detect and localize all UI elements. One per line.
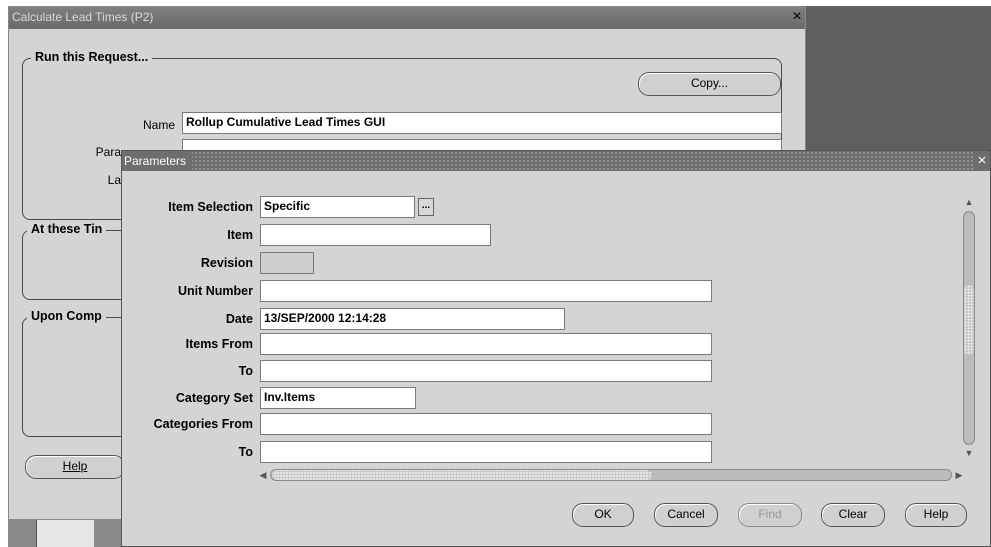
clear-button-label: Clear [838,507,868,521]
list-of-values-button[interactable]: ... [418,198,434,216]
vertical-scroll-thumb[interactable] [964,285,974,355]
revision-field[interactable] [260,252,314,274]
status-cell [36,520,94,547]
date-field[interactable]: 13/SEP/2000 12:14:28 [260,308,565,330]
item-label: Item [227,228,253,242]
item-selection-field[interactable]: Specific [260,196,415,218]
category-set-field[interactable]: Inv.Items [260,387,416,409]
categories-from-field[interactable] [260,413,712,435]
horizontal-scroll-thumb[interactable] [272,470,652,480]
clear-button[interactable]: Clear [821,503,885,527]
items-from-field[interactable] [260,333,712,355]
scroll-down-icon[interactable]: ▼ [962,446,976,460]
status-strip [8,520,123,547]
item-selection-label: Item Selection [168,200,253,214]
close-icon[interactable]: × [974,151,990,171]
items-from-label: Items From [185,337,253,351]
parameters-window: Parameters × Item Selection Specific ...… [121,150,991,547]
categories-to-field[interactable] [260,441,712,463]
categories-to-label: To [238,445,253,459]
find-button-label: Find [758,507,782,521]
name-field[interactable]: Rollup Cumulative Lead Times GUI [182,112,782,134]
close-icon[interactable]: × [789,8,805,26]
items-to-field[interactable] [260,360,712,382]
category-set-label: Category Set [175,391,253,405]
cancel-button-label: Cancel [667,507,705,521]
item-field[interactable] [260,224,491,246]
schedule-group-title: At these Tin [27,222,107,236]
parameters-title-bar[interactable]: Parameters × [122,151,990,171]
copy-button[interactable]: Copy... [638,72,781,96]
items-to-label: To [238,364,253,378]
copy-button-label: Copy... [690,76,729,90]
revision-label: Revision [200,256,253,270]
find-button[interactable]: Find [738,503,802,527]
ok-button-label: OK [594,507,612,521]
run-request-group-title: Run this Request... [31,50,153,64]
scroll-right-icon[interactable]: ▶ [952,468,966,482]
help-button[interactable]: Help [905,503,967,527]
scroll-up-icon[interactable]: ▲ [962,195,976,209]
window-title: Calculate Lead Times (P2) [12,10,154,24]
horizontal-scrollbar[interactable]: ◀ ▶ [256,467,966,483]
ok-button[interactable]: OK [572,503,634,527]
completion-group-title: Upon Comp [27,309,106,323]
help-button[interactable]: Help [25,455,125,479]
language-label: La [107,173,121,187]
cancel-button[interactable]: Cancel [654,503,718,527]
help-button-label: Help [62,459,88,473]
parameters-label: Para [95,145,121,159]
scroll-left-icon[interactable]: ◀ [256,468,270,482]
help-button-label: Help [923,507,949,521]
name-label: Name [142,118,175,132]
vertical-scrollbar[interactable]: ▲ ▼ [959,195,979,461]
categories-from-label: Categories From [153,417,253,431]
unit-number-field[interactable] [260,280,712,302]
parameters-title: Parameters [122,151,193,171]
date-label: Date [225,312,253,326]
unit-number-label: Unit Number [178,284,253,298]
window-title-bar[interactable]: Calculate Lead Times (P2) [9,7,805,29]
